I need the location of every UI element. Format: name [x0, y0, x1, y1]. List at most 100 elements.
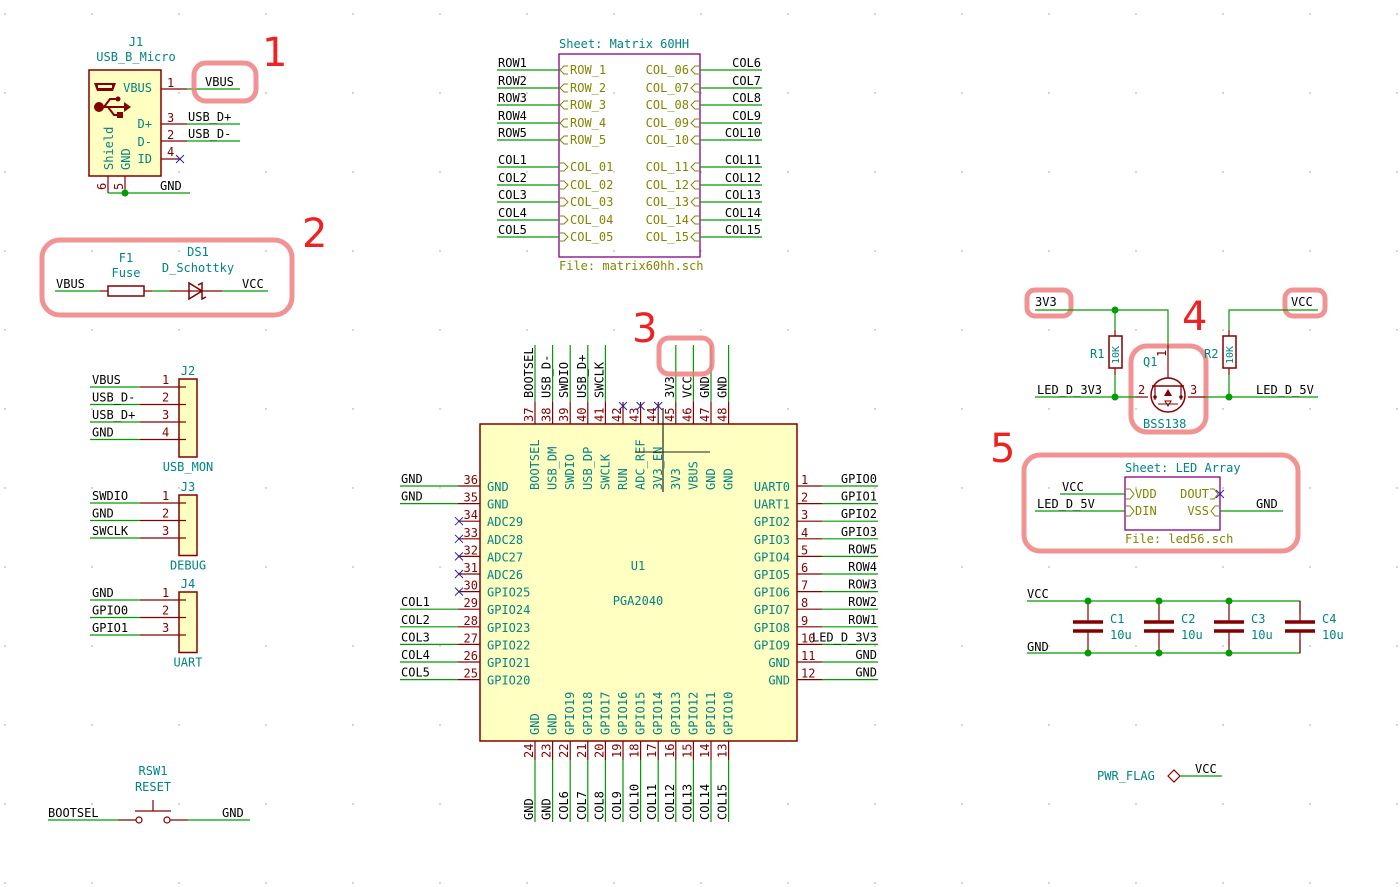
net-label[interactable]: USB_D+	[92, 408, 135, 422]
net-label-gnd[interactable]: GND	[222, 806, 244, 820]
net-label[interactable]: VBUS	[92, 373, 121, 387]
resistor-r1[interactable]: 10K R1	[1090, 335, 1123, 369]
net-label[interactable]: GND	[855, 648, 877, 662]
net-label[interactable]: ROW5	[848, 542, 877, 556]
net-label[interactable]: COL10	[628, 784, 642, 820]
net-label[interactable]: USB_D+	[575, 355, 589, 398]
net-label[interactable]: COL11	[725, 153, 761, 167]
net-label[interactable]: COL8	[732, 91, 761, 105]
net-label[interactable]: GND	[401, 490, 423, 504]
net-label[interactable]: BOOTSEL	[522, 347, 536, 398]
net-label[interactable]: COL7	[575, 791, 589, 820]
net-label[interactable]: VCC	[680, 376, 694, 398]
net-label-vbus[interactable]: VBUS	[56, 277, 85, 291]
fuse-f1[interactable]: F1 Fuse	[107, 251, 145, 297]
net-label-led-d-5v[interactable]: LED_D_5V	[1256, 383, 1314, 397]
net-label[interactable]: COL6	[732, 56, 761, 70]
net-label[interactable]: GND	[855, 666, 877, 680]
net-label[interactable]: GPIO1	[841, 490, 877, 504]
net-label[interactable]: COL9	[610, 791, 624, 820]
net-label[interactable]: GND	[522, 798, 536, 820]
connector-j2[interactable]: J2 USB_MON VBUS 1 USB_D- 2 USB_D+ 3 GND 4	[90, 364, 213, 474]
net-label[interactable]: 3V3	[663, 376, 677, 398]
net-label-3v3[interactable]: 3V3	[1035, 295, 1057, 309]
net-label-led-d-5v[interactable]: LED_D_5V	[1037, 497, 1095, 511]
net-label[interactable]: ROW2	[848, 595, 877, 609]
net-label[interactable]: COL14	[698, 784, 712, 820]
capacitor-c2[interactable]: C210u	[1144, 601, 1203, 653]
net-label[interactable]: COL4	[401, 648, 430, 662]
connector-j3[interactable]: J3 DEBUG SWDIO 1 GND 2 SWCLK 3	[90, 480, 206, 573]
net-label-vbus[interactable]: VBUS	[205, 75, 234, 89]
sheet-matrix[interactable]: Sheet: Matrix 60HH File: matrix60hh.sch …	[497, 37, 762, 273]
resistor-r2[interactable]: 10K R2	[1204, 335, 1237, 369]
net-label[interactable]: COL5	[401, 666, 430, 680]
net-label[interactable]: USB_D-	[92, 391, 135, 405]
net-label[interactable]: COL6	[557, 791, 571, 820]
pwr-flag[interactable]: PWR_FLAG VCC	[1097, 762, 1222, 783]
net-label[interactable]: GND	[92, 507, 114, 521]
schematic-canvas[interactable]: J1 USB_B_Micro VBUS D+ D- ID Shield GND …	[0, 0, 1400, 887]
net-label[interactable]: SWDIO	[92, 489, 128, 503]
capacitor-c1[interactable]: C110u	[1073, 601, 1132, 653]
net-label[interactable]: COL4	[498, 206, 527, 220]
net-label[interactable]: GND	[92, 586, 114, 600]
net-label[interactable]: ROW1	[848, 613, 877, 627]
net-label[interactable]: GPIO0	[841, 472, 877, 486]
net-label[interactable]: ROW3	[498, 91, 527, 105]
net-label-vcc[interactable]: VCC	[1062, 480, 1084, 494]
sheet-led-array[interactable]: 5 Sheet: LED Array File: led56.sch VCC L…	[990, 426, 1301, 554]
net-label[interactable]: GND	[540, 798, 554, 820]
connector-j4[interactable]: J4 UART GND 1 GPIO0 2 GPIO1 3	[90, 577, 202, 670]
net-label[interactable]: ROW2	[498, 74, 527, 88]
net-label[interactable]: ROW3	[848, 578, 877, 592]
net-label[interactable]: SWCLK	[592, 361, 606, 398]
net-label[interactable]: COL1	[498, 153, 527, 167]
net-label[interactable]: USB_D-	[540, 355, 554, 398]
net-label[interactable]: COL3	[401, 630, 430, 644]
net-label[interactable]: COL2	[401, 613, 430, 627]
capacitor-c3[interactable]: C310u	[1214, 601, 1273, 653]
net-label[interactable]: COL5	[498, 223, 527, 237]
net-label[interactable]: GND	[698, 376, 712, 398]
net-label[interactable]: LED_D_3V3	[812, 630, 877, 644]
net-label[interactable]: COL12	[663, 784, 677, 820]
component-u1[interactable]: U1 PGA2040 37BOOTSELBOOTSEL38USB_DMUSB_D…	[400, 345, 878, 822]
net-label[interactable]: COL13	[680, 784, 694, 820]
net-label-led-d-3v3[interactable]: LED_D_3V3	[1037, 383, 1102, 397]
net-label[interactable]: GPIO2	[841, 507, 877, 521]
component-j1[interactable]: J1 USB_B_Micro VBUS D+ D- ID Shield GND …	[88, 35, 187, 193]
net-label[interactable]: GND	[716, 376, 730, 398]
capacitor-c4[interactable]: C410u	[1285, 601, 1344, 653]
net-label[interactable]: COL13	[725, 188, 761, 202]
net-label[interactable]: COL3	[498, 188, 527, 202]
net-label[interactable]: ROW4	[498, 109, 527, 123]
net-label[interactable]: GND	[92, 426, 114, 440]
net-label[interactable]: COL8	[592, 791, 606, 820]
net-label-gnd[interactable]: GND	[1027, 640, 1049, 654]
reset-switch-rsw1[interactable]: RSW1 RESET BOOTSEL GND	[48, 764, 250, 824]
net-label-vcc[interactable]: VCC	[242, 277, 264, 291]
net-label[interactable]: COL9	[732, 109, 761, 123]
net-label[interactable]: COL15	[725, 223, 761, 237]
net-label[interactable]: COL14	[725, 206, 761, 220]
net-label[interactable]: ROW4	[848, 560, 877, 574]
net-label-gnd[interactable]: GND	[160, 179, 182, 193]
net-label-vcc[interactable]: VCC	[1027, 587, 1049, 601]
net-label-usb-dplus[interactable]: USB_D+	[188, 110, 231, 124]
net-label[interactable]: GPIO3	[841, 525, 877, 539]
net-label-bootsel[interactable]: BOOTSEL	[48, 806, 99, 820]
net-label[interactable]: COL2	[498, 171, 527, 185]
net-label[interactable]: COL12	[725, 171, 761, 185]
net-label[interactable]: GND	[401, 472, 423, 486]
net-label[interactable]: COL15	[716, 784, 730, 820]
net-label[interactable]: ROW1	[498, 56, 527, 70]
net-label-vcc[interactable]: VCC	[1291, 295, 1313, 309]
net-label-vcc[interactable]: VCC	[1195, 762, 1217, 776]
net-label[interactable]: GPIO0	[92, 604, 128, 618]
net-label[interactable]: GPIO1	[92, 621, 128, 635]
net-label[interactable]: COL7	[732, 74, 761, 88]
net-label[interactable]: COL1	[401, 595, 430, 609]
mosfet-q1[interactable]: 1 2 3 Q1 BSS138	[1135, 345, 1205, 431]
net-label[interactable]: ROW5	[498, 126, 527, 140]
